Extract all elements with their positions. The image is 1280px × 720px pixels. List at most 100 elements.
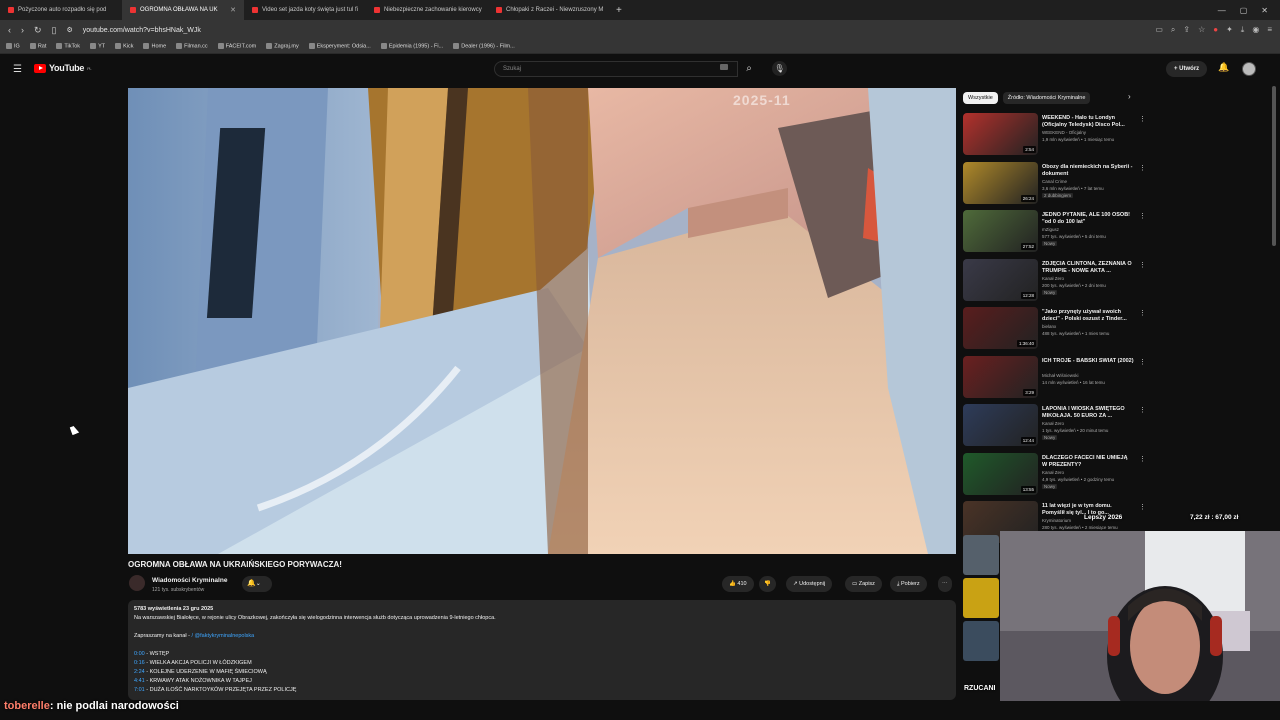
bookmark-item[interactable]: Kick: [115, 43, 133, 50]
bookmark-item[interactable]: IG: [6, 43, 20, 50]
chevron-right-icon[interactable]: ›: [1128, 92, 1131, 101]
logo-region: PL: [87, 65, 92, 71]
recommendation-item[interactable]: 12:44 LAPONIA I WIOSKA ŚWIĘTEGO MIKOŁAJA.…: [963, 404, 1146, 448]
bookmark-item[interactable]: Eksperyment: Odsia...: [308, 43, 371, 50]
partial-thumbnail[interactable]: [963, 578, 999, 618]
chapter-timestamp[interactable]: 2:24: [134, 669, 145, 675]
maximize-icon[interactable]: ▢: [1240, 6, 1248, 15]
chapter-timestamp[interactable]: 7:01: [134, 687, 145, 693]
recommendation-item[interactable]: 13:55 DLACZEGO FACECI NIE UMIEJĄ W PREZEN…: [963, 452, 1146, 497]
bookmark-item[interactable]: Rat: [29, 43, 46, 50]
share-button[interactable]: ↗ Udostępnij: [786, 576, 833, 592]
search-icon[interactable]: ⌕: [738, 61, 760, 77]
more-options-icon[interactable]: ⋮: [1139, 358, 1146, 366]
recommendation-thumbnail[interactable]: 3:29: [963, 355, 1038, 398]
profile-icon[interactable]: ◉: [1252, 25, 1259, 35]
more-options-icon[interactable]: ⋮: [1139, 455, 1146, 463]
bookmark-item[interactable]: Filman.cc: [176, 43, 208, 50]
bookmark-label: Home: [151, 43, 167, 50]
new-tab-button[interactable]: +: [610, 5, 628, 16]
back-icon[interactable]: ‹: [8, 25, 11, 36]
promo-link[interactable]: / @faktykryminalnepolska: [191, 633, 254, 639]
dislike-button[interactable]: 👎: [759, 576, 776, 592]
recommendation-thumbnail[interactable]: 26:24: [963, 161, 1038, 204]
recommendation-item[interactable]: 2:54 WEEKEND - Halo tu Londyn (Oficjalny …: [963, 113, 1146, 157]
chapter-timestamp[interactable]: 0:00: [134, 651, 145, 657]
recommendation-item[interactable]: 3:29 ICH TROJE - BABSKI ŚWIAT (2002) Micha…: [963, 355, 1146, 400]
hamburger-menu-icon[interactable]: ☰: [13, 64, 22, 75]
more-options-icon[interactable]: ⋮: [1139, 115, 1146, 123]
filter-chip[interactable]: Wszystkie: [963, 92, 998, 104]
channel-name[interactable]: Wiadomości Kryminalne: [152, 577, 227, 584]
search-input[interactable]: Szukaj: [494, 61, 738, 77]
close-window-icon[interactable]: ✕: [1261, 6, 1268, 15]
reload-icon[interactable]: ↻: [34, 25, 42, 36]
recommendation-thumbnail[interactable]: 27:52: [963, 210, 1038, 252]
recommendation-thumbnail[interactable]: 12:44: [963, 404, 1038, 446]
browser-tab[interactable]: Pożyczone auto rozpadło się pod: [0, 0, 122, 20]
bookmark-item[interactable]: Epidemia (1995) - Fi...: [380, 43, 443, 50]
notifications-bell-icon[interactable]: 🔔: [1218, 62, 1229, 73]
share-page-icon[interactable]: ⇪: [1183, 25, 1190, 35]
more-options-icon[interactable]: ⋮: [1139, 406, 1146, 414]
bookmark-item[interactable]: Dealer (1996) - Film...: [453, 43, 515, 50]
star-icon[interactable]: ☆: [1198, 25, 1205, 35]
extension-icon[interactable]: ●: [1213, 25, 1218, 35]
url-field[interactable]: youtube.com/watch?v=bhsHNak_WJk: [83, 27, 201, 34]
browser-tab[interactable]: Chłopaki z Raczei - Niewzruszony M: [488, 0, 610, 20]
subscription-bell-button[interactable]: 🔔⌄: [242, 576, 272, 592]
chapter-timestamp[interactable]: 4:41: [134, 678, 145, 684]
video-description[interactable]: 5783 wyświetlenia 23 gru 2025 Na warszaw…: [128, 600, 956, 700]
bookmark-item[interactable]: Zagraj.my: [266, 43, 299, 50]
page-scrollbar[interactable]: [1272, 86, 1276, 246]
download-button[interactable]: ⤓ Pobierz: [890, 576, 927, 592]
chapter-label: - DUŻA ILOŚĆ NARKTOYKÓW PRZEJĘTA PRZEZ P…: [144, 687, 297, 693]
browser-menu-icon[interactable]: ≡: [1267, 25, 1272, 35]
more-options-icon[interactable]: ⋮: [1139, 503, 1146, 511]
more-options-icon[interactable]: ⋮: [1139, 309, 1146, 317]
microphone-icon[interactable]: 🎙: [772, 61, 787, 76]
extensions-icon[interactable]: ✦: [1226, 25, 1233, 35]
browser-tab[interactable]: OGROMNA OBŁAWA NA UK ✕: [122, 0, 244, 20]
chapter-timestamp[interactable]: 0:16: [134, 660, 145, 666]
description-stats: 5783 wyświetlenia 23 gru 2025: [134, 606, 214, 612]
recommendation-item[interactable]: 1:36:40 "Jako przynęty używał swoich dzie…: [963, 307, 1146, 351]
more-options-icon[interactable]: ⋮: [1139, 164, 1146, 172]
more-options-icon[interactable]: ⋮: [1139, 212, 1146, 220]
recommendation-thumbnail[interactable]: 12:28: [963, 258, 1038, 301]
recommendation-item[interactable]: 26:24 Obozy dla niemieckich na Syberii - …: [963, 161, 1146, 206]
cast-icon[interactable]: ▭: [1155, 25, 1163, 35]
like-button[interactable]: 👍 410: [722, 576, 754, 592]
close-tab-icon[interactable]: ✕: [230, 6, 236, 14]
partial-thumbnail[interactable]: [963, 535, 999, 575]
browser-tab[interactable]: Niebezpieczne zachowanie kierowcy: [366, 0, 488, 20]
recommendation-item[interactable]: 12:28 ZDJĘCIA CLINTONA, ZEZNANIA O TRUMPI…: [963, 258, 1146, 303]
bookmark-item[interactable]: FACEIT.com: [217, 43, 256, 50]
bookmark-item[interactable]: Home: [143, 43, 167, 50]
site-info-icon[interactable]: ⚙: [67, 26, 73, 34]
youtube-logo[interactable]: YouTube PL: [34, 63, 92, 73]
forward-icon[interactable]: ›: [21, 25, 24, 36]
recommendation-thumbnail[interactable]: 1:36:40: [963, 307, 1038, 349]
recommendation-thumbnail[interactable]: 13:55: [963, 452, 1038, 495]
channel-avatar[interactable]: [129, 575, 145, 591]
more-actions-button[interactable]: ⋯: [938, 576, 952, 592]
bookmark-item[interactable]: TikTok: [56, 43, 80, 50]
keyboard-icon[interactable]: [720, 64, 728, 70]
save-button[interactable]: ▭ Zapisz: [845, 576, 882, 592]
filter-chip[interactable]: Źródło: Wiadomości Kryminalne: [1002, 92, 1091, 104]
video-timestamp-overlay: 2025-11: [733, 92, 791, 108]
account-avatar[interactable]: [1242, 62, 1256, 76]
browser-tab[interactable]: Video set jazda koty święta just tul fi: [244, 0, 366, 20]
recommendation-item[interactable]: 27:52 JEDNO PYTANIE, ALE 100 OSÓB! "od 0 …: [963, 210, 1146, 254]
more-options-icon[interactable]: ⋮: [1139, 261, 1146, 269]
zoom-icon[interactable]: ⌕: [1171, 25, 1175, 35]
partial-thumbnail[interactable]: [963, 621, 999, 661]
video-player[interactable]: 2025-11: [128, 88, 956, 554]
create-button[interactable]: + Utwórz: [1166, 61, 1208, 77]
bookmark-item[interactable]: YT: [90, 43, 105, 50]
download-icon[interactable]: ⤓: [1241, 25, 1245, 35]
recommendation-thumbnail[interactable]: 2:54: [963, 113, 1038, 155]
bookmark-page-icon[interactable]: ▯: [52, 25, 57, 36]
minimize-icon[interactable]: —: [1218, 6, 1226, 15]
